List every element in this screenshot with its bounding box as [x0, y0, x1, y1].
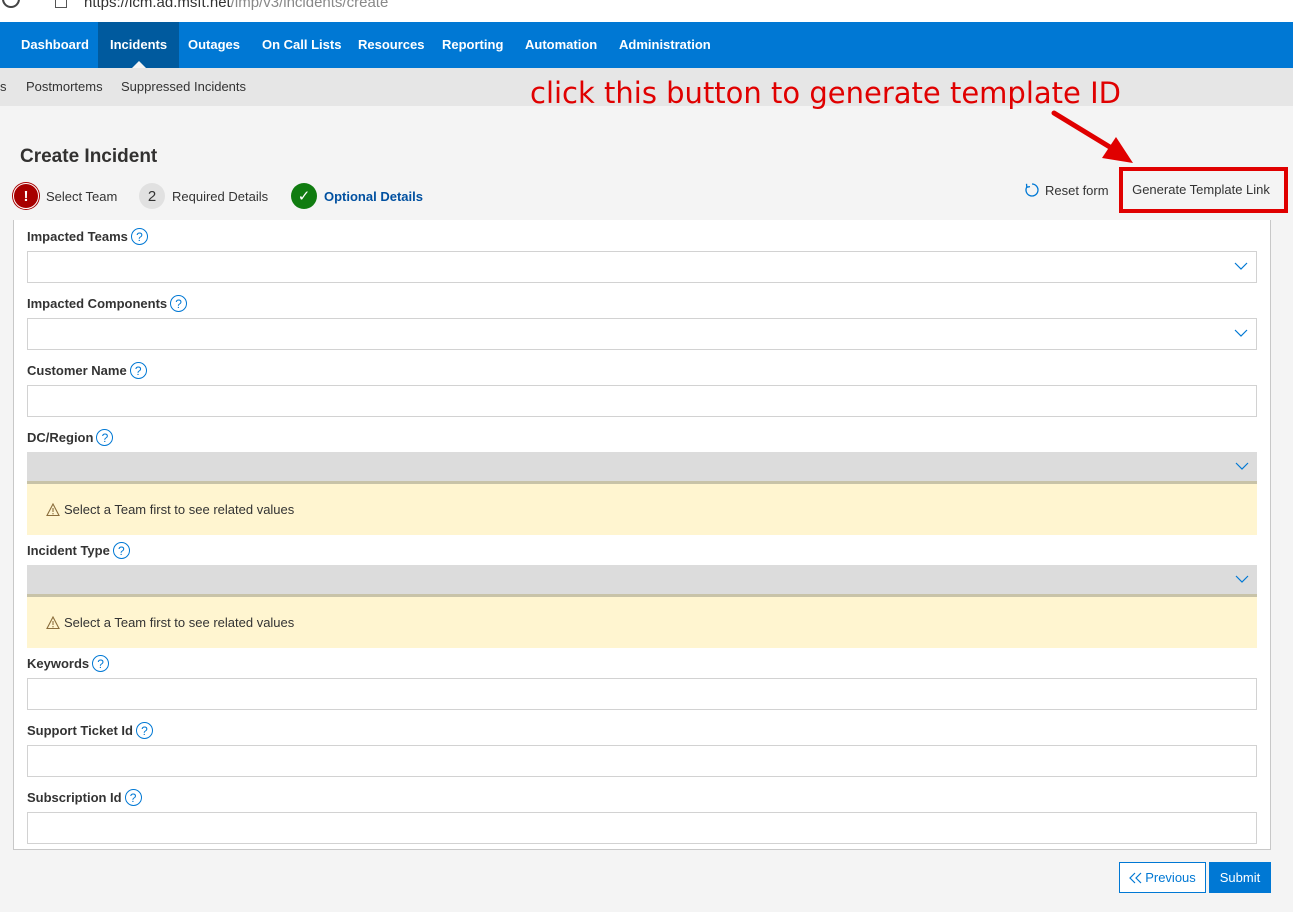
subscription-id-input[interactable] — [27, 812, 1257, 844]
subnav-suppressed-incidents[interactable]: Suppressed Incidents — [121, 68, 246, 106]
field-label-text: Impacted Teams — [27, 229, 128, 244]
previous-label: Previous — [1145, 870, 1196, 885]
help-icon[interactable]: ? — [130, 228, 148, 245]
impacted-components-dropdown[interactable] — [27, 318, 1257, 350]
support-ticket-id-input[interactable] — [27, 745, 1257, 777]
reset-form-label: Reset form — [1045, 182, 1109, 198]
warning-icon — [46, 615, 60, 629]
field-label-text: Impacted Components — [27, 296, 168, 311]
url-field[interactable]: https://icm.ad.msft.net/imp/v3/incidents… — [84, 0, 388, 11]
impacted-components-label: Impacted Components ? — [27, 295, 188, 312]
chevron-down-icon — [1234, 329, 1248, 337]
help-icon[interactable]: ? — [96, 429, 114, 446]
refresh-icon — [1025, 183, 1039, 197]
keywords-label: Keywords ? — [27, 655, 110, 672]
reload-icon[interactable] — [2, 0, 20, 8]
step-label: Optional Details — [324, 188, 423, 204]
nav-resources[interactable]: Resources — [346, 22, 436, 68]
support-ticket-id-label: Support Ticket Id ? — [27, 722, 153, 739]
warning-text: Select a Team first to see related value… — [64, 615, 295, 630]
field-label-text: Customer Name — [27, 363, 127, 378]
nav-outages[interactable]: Outages — [176, 22, 252, 68]
submit-button[interactable]: Submit — [1209, 862, 1271, 893]
help-icon[interactable]: ? — [129, 362, 147, 379]
field-label-text: Keywords — [27, 656, 90, 671]
customer-name-input[interactable] — [27, 385, 1257, 417]
nav-administration[interactable]: Administration — [607, 22, 723, 68]
previous-button[interactable]: Previous — [1119, 862, 1206, 893]
url-host: https://icm.ad.msft.net — [84, 0, 231, 11]
annotation-text: click this button to generate template I… — [530, 76, 1121, 110]
help-icon[interactable]: ? — [112, 542, 130, 559]
warning-text: Select a Team first to see related value… — [64, 502, 295, 517]
nav-dashboard[interactable]: Dashboard — [9, 22, 101, 68]
field-label-text: DC/Region — [27, 430, 94, 445]
keywords-input[interactable] — [27, 678, 1257, 710]
customer-name-label: Customer Name ? — [27, 362, 147, 379]
step-select-team[interactable]: ! Select Team — [13, 183, 117, 209]
step-label: Select Team — [46, 188, 118, 204]
generate-template-link-button[interactable]: Generate Template Link — [1126, 178, 1276, 202]
page-icon — [55, 0, 67, 8]
dc-region-warning: Select a Team first to see related value… — [27, 484, 1257, 535]
subnav-item-partial[interactable]: s — [0, 68, 7, 106]
chevron-down-icon — [1235, 462, 1249, 470]
help-icon[interactable]: ? — [124, 789, 142, 806]
browser-address-bar: https://icm.ad.msft.net/imp/v3/incidents… — [0, 0, 1293, 22]
impacted-teams-label: Impacted Teams ? — [27, 228, 148, 245]
nav-reporting[interactable]: Reporting — [430, 22, 515, 68]
help-icon[interactable]: ? — [92, 655, 110, 672]
step-label: Required Details — [172, 188, 269, 204]
dc-region-label: DC/Region ? — [27, 429, 114, 446]
impacted-teams-dropdown[interactable] — [27, 251, 1257, 283]
incident-type-warning: Select a Team first to see related value… — [27, 597, 1257, 648]
main-nav: Dashboard Incidents Outages On Call List… — [0, 22, 1293, 68]
field-label-text: Support Ticket Id — [27, 723, 133, 738]
nav-incidents[interactable]: Incidents — [98, 22, 180, 68]
page-title: Create Incident — [20, 146, 158, 167]
error-icon: ! — [13, 183, 39, 209]
help-icon[interactable]: ? — [170, 295, 188, 312]
step-number: 2 — [139, 183, 165, 209]
subnav-postmortems[interactable]: Postmortems — [26, 68, 103, 106]
help-icon[interactable]: ? — [135, 722, 153, 739]
nav-on-call-lists[interactable]: On Call Lists — [250, 22, 353, 68]
subscription-id-label: Subscription Id ? — [27, 789, 142, 806]
url-path: /imp/v3/incidents/create — [230, 0, 389, 11]
nav-automation[interactable]: Automation — [513, 22, 609, 68]
field-label-text: Incident Type — [27, 543, 110, 558]
reset-form-button[interactable]: Reset form — [1024, 180, 1109, 200]
chevron-down-icon — [1234, 262, 1248, 270]
checkmark-icon: ✓ — [291, 183, 317, 209]
step-required-details[interactable]: 2 Required Details — [139, 183, 268, 209]
step-optional-details[interactable]: ✓ Optional Details — [291, 183, 423, 209]
incident-type-dropdown — [27, 565, 1257, 597]
incident-type-label: Incident Type ? — [27, 542, 130, 559]
warning-icon — [46, 502, 60, 516]
dc-region-dropdown — [27, 452, 1257, 484]
field-label-text: Subscription Id — [27, 790, 122, 805]
double-chevron-left-icon — [1129, 872, 1142, 883]
chevron-down-icon — [1235, 575, 1249, 583]
